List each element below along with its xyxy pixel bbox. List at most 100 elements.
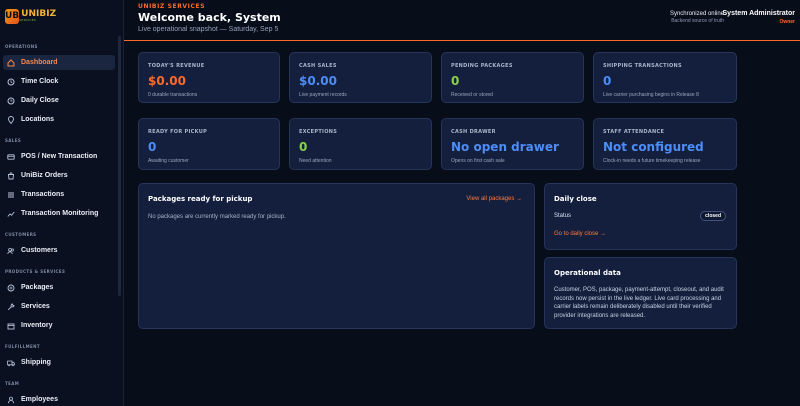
brand-label: UNIBIZ SERVICES bbox=[138, 3, 206, 10]
status-badge: closed bbox=[700, 211, 726, 221]
stat-note: Need attention bbox=[299, 158, 332, 164]
pickup-panel: Packages ready for pickup View all packa… bbox=[138, 183, 535, 329]
sidebar-item-label: Inventory bbox=[21, 322, 53, 329]
clock-icon bbox=[6, 77, 15, 86]
stat-note: 0 durable transactions bbox=[148, 92, 198, 98]
stat-value: $0.00 bbox=[148, 74, 186, 88]
sidebar-item-services[interactable]: Services bbox=[3, 299, 115, 314]
stat-card-exceptions: EXCEPTIONS 0 Need attention bbox=[289, 118, 432, 170]
sidebar-item-customers[interactable]: Customers bbox=[3, 243, 115, 258]
chart-icon bbox=[6, 209, 15, 218]
bag-icon bbox=[6, 171, 15, 180]
sidebar-scrollbar[interactable] bbox=[118, 36, 121, 296]
stat-note: Received or stored bbox=[451, 92, 493, 98]
page-header: UNIBIZ SERVICES Welcome back, System Liv… bbox=[124, 0, 800, 41]
sidebar-item-inventory[interactable]: Inventory bbox=[3, 318, 115, 333]
section-team: TEAM bbox=[5, 381, 20, 386]
sync-subtitle: Backend source of truth bbox=[671, 18, 724, 24]
stat-label: READY FOR PICKUP bbox=[148, 129, 208, 135]
stat-card-cash-sales: CASH SALES $0.00 Live payment records bbox=[289, 52, 432, 103]
user-role: Owner bbox=[779, 19, 795, 25]
sidebar-item-label: Shipping bbox=[21, 359, 51, 366]
sidebar-item-pos[interactable]: POS / New Transaction bbox=[3, 149, 115, 164]
stat-note: Live carrier purchasing begins in Releas… bbox=[603, 92, 699, 98]
daily-close-status-label: Status bbox=[554, 213, 572, 219]
daily-close-title: Daily close bbox=[554, 195, 597, 203]
sidebar-item-dashboard[interactable]: Dashboard bbox=[3, 55, 115, 70]
users-icon bbox=[6, 246, 15, 255]
go-to-daily-close-link[interactable]: Go to daily close → bbox=[554, 231, 606, 237]
pickup-panel-title: Packages ready for pickup bbox=[148, 195, 253, 203]
sidebar-item-label: Dashboard bbox=[21, 59, 58, 66]
stat-card-staff-attendance: STAFF ATTENDANCE Not configured Clock-in… bbox=[593, 118, 737, 170]
section-sales: SALES bbox=[5, 138, 22, 143]
stat-value: 0 bbox=[299, 140, 308, 154]
stat-card-shipping-transactions: SHIPPING TRANSACTIONS 0 Live carrier pur… bbox=[593, 52, 737, 103]
sidebar-item-label: Time Clock bbox=[21, 78, 59, 85]
daily-close-panel: Daily close Status closed Go to daily cl… bbox=[544, 183, 737, 250]
stat-value: 0 bbox=[603, 74, 612, 88]
truck-icon bbox=[6, 358, 15, 367]
stat-note: Clock-in needs a future timekeeping rele… bbox=[603, 158, 701, 164]
sidebar-item-label: Packages bbox=[21, 284, 54, 291]
stat-label: STAFF ATTENDANCE bbox=[603, 129, 665, 135]
logo-mark: UB bbox=[5, 8, 20, 24]
stat-card-pending-packages: PENDING PACKAGES 0 Received or stored bbox=[441, 52, 584, 103]
wrench-icon bbox=[6, 302, 15, 311]
section-products-services: PRODUCTS & SERVICES bbox=[5, 269, 66, 274]
operational-data-title: Operational data bbox=[554, 269, 621, 277]
sync-status: Synchronized online Backend source of tr… bbox=[670, 11, 724, 24]
stat-label: TODAY'S REVENUE bbox=[148, 63, 205, 69]
sidebar-item-daily-close[interactable]: Daily Close bbox=[3, 93, 115, 108]
sidebar-item-label: UniBiz Orders bbox=[21, 172, 68, 179]
pin-icon bbox=[6, 115, 15, 124]
view-all-packages-link[interactable]: View all packages → bbox=[466, 196, 522, 202]
sidebar-item-transaction-monitoring[interactable]: Transaction Monitoring bbox=[3, 206, 115, 221]
package-icon bbox=[6, 283, 15, 292]
sidebar-item-unibiz-orders[interactable]: UniBiz Orders bbox=[3, 168, 115, 183]
stat-card-todays-revenue: TODAY'S REVENUE $0.00 0 durable transact… bbox=[138, 52, 280, 103]
stat-label: CASH DRAWER bbox=[451, 129, 496, 135]
page-subtitle: Live operational snapshot — Saturday, Se… bbox=[138, 26, 279, 33]
stat-note: Opens on first cash sale bbox=[451, 158, 505, 164]
stat-label: EXCEPTIONS bbox=[299, 129, 338, 135]
sidebar-item-label: Transaction Monitoring bbox=[21, 210, 99, 217]
sidebar-item-shipping[interactable]: Shipping bbox=[3, 355, 115, 370]
stat-value: Not configured bbox=[603, 140, 704, 154]
sidebar-item-locations[interactable]: Locations bbox=[3, 112, 115, 127]
page-title: Welcome back, System bbox=[138, 11, 281, 24]
sidebar-item-label: Customers bbox=[21, 247, 58, 254]
stat-label: CASH SALES bbox=[299, 63, 337, 69]
sidebar-item-label: POS / New Transaction bbox=[21, 153, 98, 160]
operational-data-panel: Operational data Customer, POS, package,… bbox=[544, 257, 737, 329]
sidebar-item-label: Employees bbox=[21, 396, 58, 403]
sidebar: UB UNIBIZ SERVICES OPERATIONS Dashboard … bbox=[0, 0, 124, 406]
sidebar-item-label: Transactions bbox=[21, 191, 65, 198]
stat-value: 0 bbox=[451, 74, 460, 88]
stat-card-cash-drawer: CASH DRAWER No open drawer Opens on firs… bbox=[441, 118, 584, 170]
stat-value: 0 bbox=[148, 140, 157, 154]
list-icon bbox=[6, 190, 15, 199]
calendar-icon bbox=[6, 96, 15, 105]
sidebar-item-label: Daily Close bbox=[21, 97, 59, 104]
sidebar-item-packages[interactable]: Packages bbox=[3, 280, 115, 295]
sidebar-item-employees[interactable]: Employees bbox=[3, 392, 115, 406]
stat-value: $0.00 bbox=[299, 74, 337, 88]
stat-note: Awaiting customer bbox=[148, 158, 189, 164]
box-icon bbox=[6, 321, 15, 330]
app-logo[interactable]: UB UNIBIZ SERVICES bbox=[5, 6, 57, 26]
section-operations: OPERATIONS bbox=[5, 44, 38, 49]
logo-name: UNIBIZ bbox=[21, 9, 57, 19]
card-icon bbox=[6, 152, 15, 161]
people-icon bbox=[6, 395, 15, 404]
user-name: System Administrator bbox=[722, 10, 795, 17]
stat-card-ready-for-pickup: READY FOR PICKUP 0 Awaiting customer bbox=[138, 118, 280, 170]
sidebar-item-label: Services bbox=[21, 303, 50, 310]
stat-label: PENDING PACKAGES bbox=[451, 63, 513, 69]
sidebar-item-transactions[interactable]: Transactions bbox=[3, 187, 115, 202]
stat-label: SHIPPING TRANSACTIONS bbox=[603, 63, 682, 69]
user-menu[interactable]: System Administrator Owner bbox=[723, 10, 795, 25]
sidebar-item-time-clock[interactable]: Time Clock bbox=[3, 74, 115, 89]
sidebar-item-label: Locations bbox=[21, 116, 55, 123]
stat-value: No open drawer bbox=[451, 140, 559, 154]
